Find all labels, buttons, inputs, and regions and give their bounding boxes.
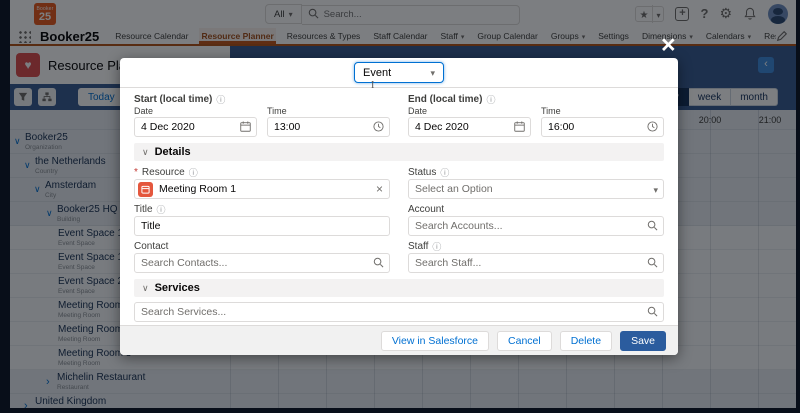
view-in-salesforce-button[interactable]: View in Salesforce bbox=[381, 331, 489, 351]
info-icon[interactable] bbox=[486, 93, 495, 106]
calendar-icon[interactable] bbox=[514, 121, 525, 132]
resource-pill[interactable]: Meeting Room 1 bbox=[134, 179, 390, 199]
account-search-input[interactable] bbox=[409, 217, 663, 235]
save-button[interactable]: Save bbox=[620, 331, 666, 351]
section-services[interactable]: Services bbox=[134, 279, 664, 297]
end-label: End (local time) bbox=[408, 94, 482, 105]
account-field-group: Account bbox=[408, 203, 664, 236]
cancel-button[interactable]: Cancel bbox=[497, 331, 552, 351]
search-icon bbox=[373, 257, 384, 268]
reservation-type-select[interactable]: Event bbox=[354, 62, 444, 83]
date-label: Date bbox=[408, 106, 531, 117]
end-time-input[interactable] bbox=[542, 118, 663, 136]
chevron-down-icon: ▾ bbox=[653, 185, 658, 196]
end-date-field: Date bbox=[408, 106, 531, 137]
chevron-down-icon bbox=[142, 282, 149, 294]
resource-field-group: * Resource Meeting Room 1 bbox=[134, 166, 390, 199]
calendar-icon[interactable] bbox=[240, 121, 251, 132]
time-label: Time bbox=[541, 106, 664, 117]
status-field-group: Status Select an Option ▾ bbox=[408, 166, 664, 199]
time-label: Time bbox=[267, 106, 390, 117]
modal-footer: View in Salesforce Cancel Delete Save bbox=[120, 325, 678, 355]
date-label: Date bbox=[134, 106, 257, 117]
services-search-field bbox=[134, 302, 664, 322]
account-label: Account bbox=[408, 204, 444, 215]
staff-search-input[interactable] bbox=[409, 254, 663, 272]
start-date-field: Date bbox=[134, 106, 257, 137]
start-time-input[interactable] bbox=[268, 118, 389, 136]
clock-icon[interactable] bbox=[373, 121, 384, 132]
clock-icon[interactable] bbox=[647, 121, 658, 132]
status-placeholder: Select an Option bbox=[409, 183, 493, 195]
info-icon[interactable] bbox=[189, 166, 198, 179]
info-icon[interactable] bbox=[432, 240, 441, 253]
section-details[interactable]: Details bbox=[134, 143, 664, 161]
end-date-input[interactable] bbox=[409, 118, 530, 136]
delete-button[interactable]: Delete bbox=[560, 331, 612, 351]
title-label: Title bbox=[134, 204, 153, 215]
resource-value: Meeting Room 1 bbox=[159, 183, 389, 195]
close-icon[interactable] bbox=[661, 33, 676, 58]
start-date-input[interactable] bbox=[135, 118, 256, 136]
info-icon[interactable] bbox=[440, 166, 449, 179]
resource-label: Resource bbox=[142, 167, 185, 178]
contact-field-group: Contact bbox=[134, 240, 390, 273]
info-icon[interactable] bbox=[216, 93, 225, 106]
section-services-label: Services bbox=[155, 282, 200, 294]
text-cursor-icon bbox=[371, 80, 374, 91]
reservation-resource-icon bbox=[138, 182, 153, 197]
search-icon bbox=[647, 257, 658, 268]
staff-label: Staff bbox=[408, 241, 428, 252]
start-label: Start (local time) bbox=[134, 94, 212, 105]
chevron-down-icon bbox=[142, 146, 149, 158]
chevron-down-icon bbox=[430, 67, 435, 79]
contact-search-input[interactable] bbox=[135, 254, 389, 272]
staff-field-group: Staff bbox=[408, 240, 664, 273]
reservation-modal: Event Start (local time) Date Time bbox=[120, 58, 678, 355]
start-time-field: Time bbox=[267, 106, 390, 137]
section-details-label: Details bbox=[155, 146, 191, 158]
modal-header: Event bbox=[120, 58, 678, 88]
title-input[interactable] bbox=[135, 217, 389, 235]
required-mark: * bbox=[134, 167, 138, 178]
status-label: Status bbox=[408, 167, 436, 178]
search-icon bbox=[647, 220, 658, 231]
title-field-group: Title bbox=[134, 203, 390, 236]
end-group: End (local time) Date Time bbox=[408, 93, 664, 137]
search-icon bbox=[647, 306, 658, 317]
end-time-field: Time bbox=[541, 106, 664, 137]
modal-body: Start (local time) Date Time bbox=[120, 88, 678, 325]
status-select[interactable]: Select an Option ▾ bbox=[408, 179, 664, 199]
services-search-input[interactable] bbox=[135, 303, 663, 321]
clear-resource-icon[interactable] bbox=[376, 182, 383, 196]
contact-label: Contact bbox=[134, 241, 168, 252]
reservation-type-value: Event bbox=[363, 67, 391, 79]
info-icon[interactable] bbox=[157, 203, 166, 216]
start-group: Start (local time) Date Time bbox=[134, 93, 390, 137]
